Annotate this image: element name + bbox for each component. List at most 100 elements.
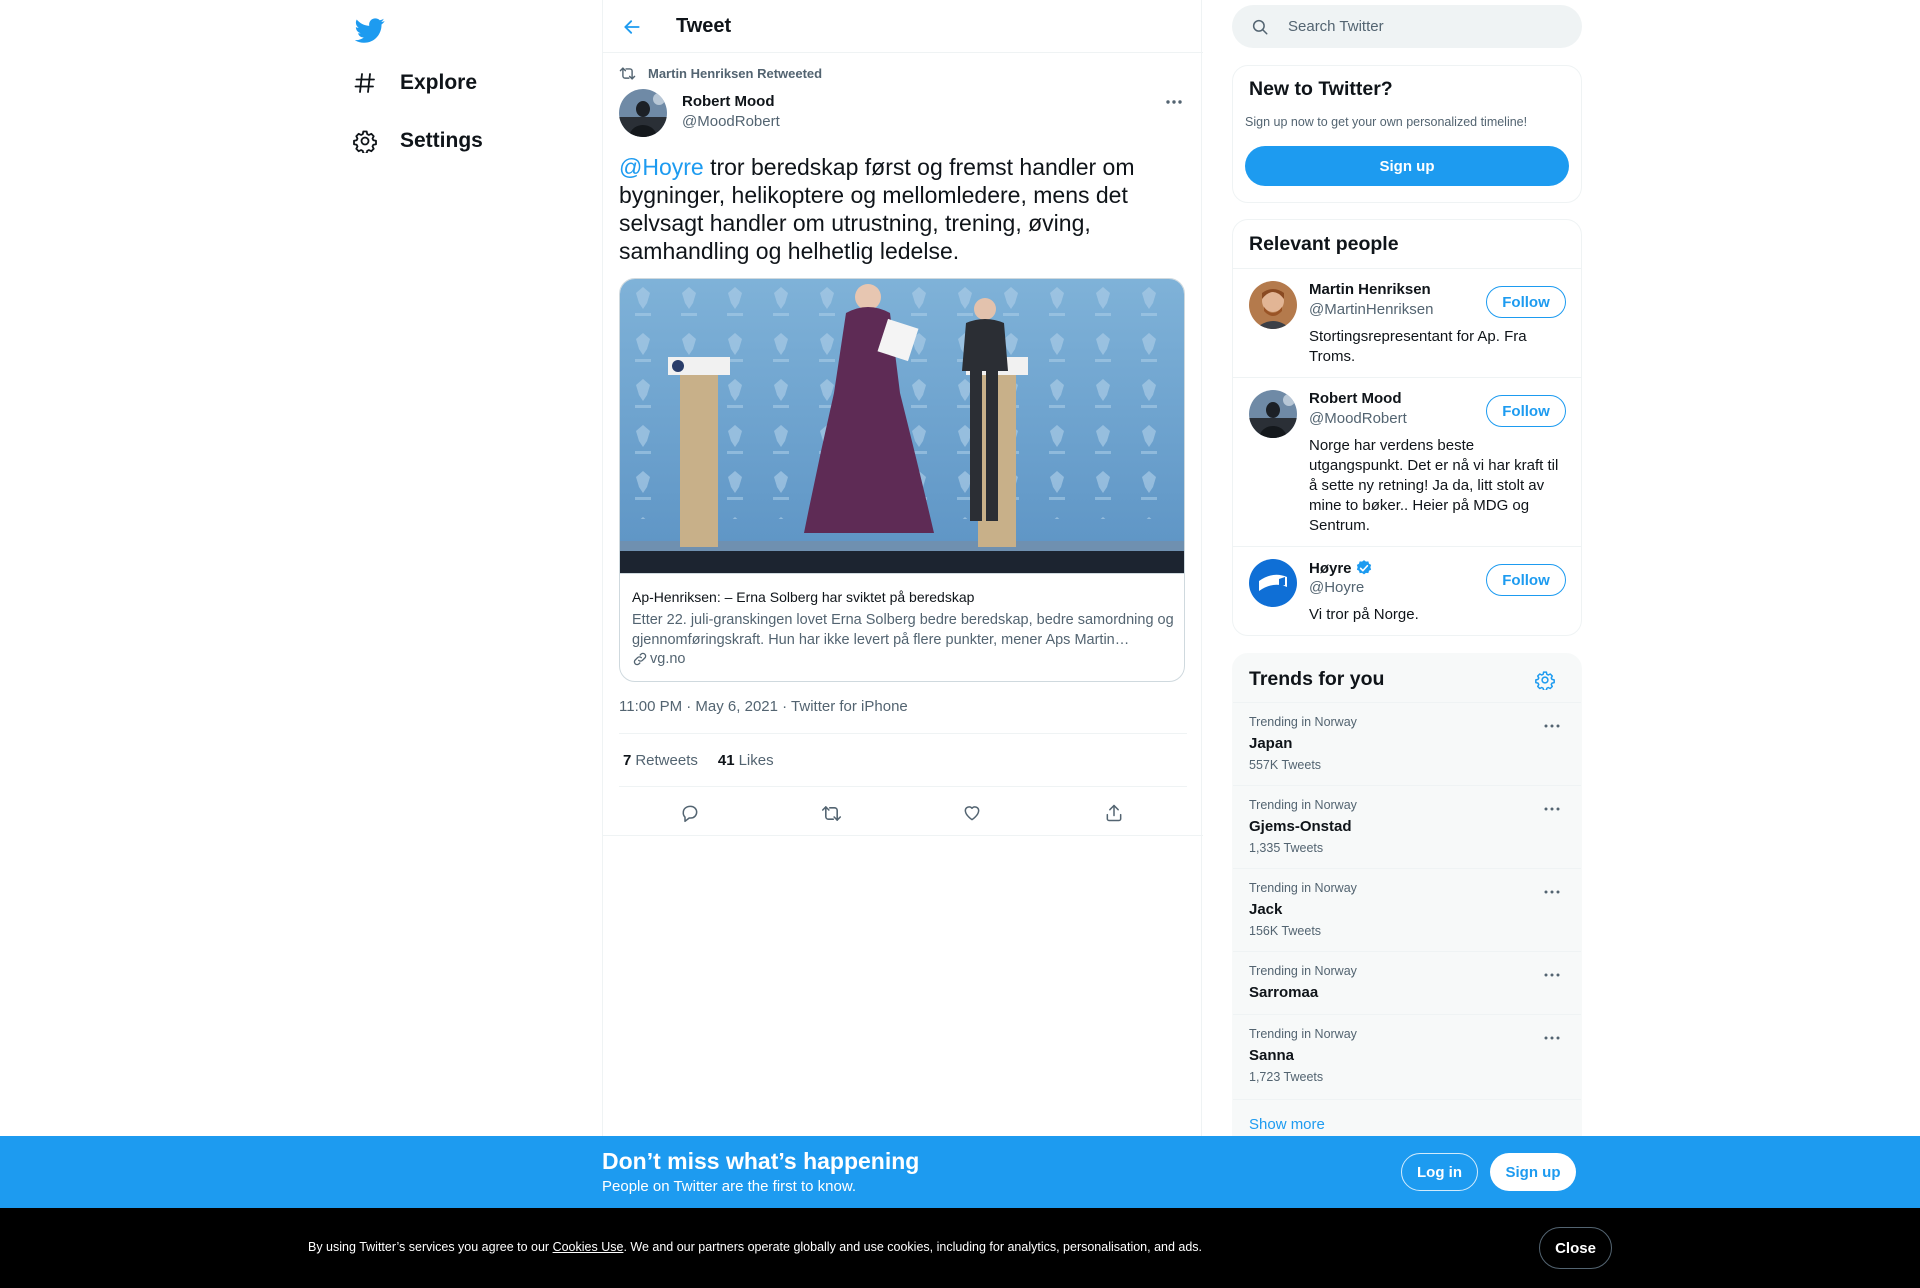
new-to-twitter-title: New to Twitter? bbox=[1249, 78, 1393, 100]
card-domain-label: vg.no bbox=[650, 651, 686, 667]
tweet-author: Robert Mood @MoodRobert bbox=[619, 89, 1187, 139]
author-handle[interactable]: @MoodRobert bbox=[682, 113, 780, 130]
card-domain: vg.no bbox=[632, 651, 685, 667]
avatar bbox=[1249, 281, 1297, 329]
new-to-twitter-box: New to Twitter? Sign up now to get your … bbox=[1232, 65, 1582, 203]
retweet-context[interactable]: Martin Henriksen Retweeted bbox=[619, 64, 822, 82]
new-to-twitter-subtitle: Sign up now to get your own personalized… bbox=[1245, 115, 1528, 129]
cookie-bar: By using Twitter’s services you agree to… bbox=[0, 1208, 1920, 1288]
more-options-icon[interactable] bbox=[1541, 969, 1563, 981]
more-options-icon[interactable] bbox=[1541, 803, 1563, 815]
tweet-meta[interactable]: 11:00 PM · May 6, 2021 · Twitter for iPh… bbox=[619, 698, 908, 715]
cookie-close-button[interactable]: Close bbox=[1539, 1227, 1612, 1269]
likes-label: Likes bbox=[738, 752, 774, 769]
person-robert-mood[interactable]: Robert Mood @MoodRobert Follow Norge har… bbox=[1233, 378, 1581, 547]
main-header: Tweet bbox=[603, 0, 1203, 53]
trend-count: 1,723 Tweets bbox=[1249, 1070, 1324, 1084]
nav-explore-label: Explore bbox=[400, 71, 478, 94]
likes-count: 41 bbox=[717, 752, 735, 769]
person-bio: Stortingsrepresentant for Ap. Fra Troms. bbox=[1309, 328, 1527, 365]
retweets-count: 7 bbox=[623, 752, 632, 769]
cookie-text-before: By using Twitter’s services you agree to… bbox=[308, 1240, 553, 1254]
gear-icon bbox=[350, 126, 380, 156]
verified-badge-icon bbox=[1355, 559, 1373, 577]
more-options-icon[interactable] bbox=[1161, 93, 1187, 111]
trend-name: Jack bbox=[1249, 901, 1283, 918]
person-handle: @Hoyre bbox=[1309, 579, 1365, 596]
person-martin-henriksen[interactable]: Martin Henriksen @MartinHenriksen Follow… bbox=[1233, 269, 1581, 378]
trend-name: Japan bbox=[1249, 735, 1293, 752]
card-description: Etter 22. juli-granskingen lovet Erna So… bbox=[632, 612, 1174, 648]
person-name: Martin Henriksen bbox=[1309, 281, 1431, 298]
relevant-people-title: Relevant people bbox=[1249, 233, 1399, 255]
gear-icon[interactable] bbox=[1533, 668, 1557, 692]
card-image bbox=[620, 279, 1184, 573]
person-name: Robert Mood bbox=[1309, 390, 1402, 407]
retweets-stat[interactable]: 7 Retweets bbox=[623, 752, 698, 769]
likes-stat[interactable]: 41 Likes bbox=[718, 752, 774, 769]
trend-context: Trending in Norway bbox=[1249, 1027, 1357, 1041]
link-icon bbox=[632, 651, 648, 667]
more-options-icon[interactable] bbox=[1541, 886, 1563, 898]
follow-button[interactable]: Follow bbox=[1486, 286, 1566, 318]
trend-name: Sanna bbox=[1249, 1047, 1295, 1064]
trend-count: 1,335 Tweets bbox=[1249, 841, 1324, 855]
person-handle: @MartinHenriksen bbox=[1309, 301, 1434, 318]
hashtag-icon bbox=[350, 68, 380, 98]
retweet-icon[interactable] bbox=[816, 798, 846, 828]
cookies-use-link[interactable]: Cookies Use bbox=[553, 1240, 624, 1254]
person-bio: Vi tror på Norge. bbox=[1309, 606, 1419, 623]
like-icon[interactable] bbox=[957, 798, 987, 828]
follow-button[interactable]: Follow bbox=[1486, 395, 1566, 427]
retweet-context-label: Martin Henriksen Retweeted bbox=[648, 65, 823, 81]
author-name[interactable]: Robert Mood bbox=[682, 93, 774, 110]
tweet-actions bbox=[619, 796, 1187, 828]
follow-button[interactable]: Follow bbox=[1486, 564, 1566, 596]
divider bbox=[619, 733, 1187, 734]
nav-settings-label: Settings bbox=[400, 129, 483, 152]
relevant-people-box: Relevant people Martin Henriksen @Martin… bbox=[1232, 219, 1582, 636]
main-column: Tweet Martin Henriksen Retweeted Robert … bbox=[602, 0, 1203, 1136]
tweet-stats: 7 Retweets 41 Likes bbox=[623, 752, 794, 769]
page-title: Tweet bbox=[676, 15, 732, 37]
share-icon[interactable] bbox=[1099, 798, 1129, 828]
trend-context: Trending in Norway bbox=[1249, 964, 1357, 978]
banner-signup-button[interactable]: Sign up bbox=[1490, 1153, 1576, 1191]
trend-context: Trending in Norway bbox=[1249, 798, 1357, 812]
nav-settings[interactable]: Settings bbox=[350, 116, 483, 166]
trend-item[interactable]: Trending in Norway Sarromaa bbox=[1233, 952, 1581, 1015]
nav-explore[interactable]: Explore bbox=[350, 58, 477, 108]
person-hoyre[interactable]: Høyre @Hoyre Follow Vi tror på Norge. bbox=[1233, 547, 1581, 635]
avatar[interactable] bbox=[619, 89, 667, 137]
trend-name: Gjems-Onstad bbox=[1249, 818, 1352, 835]
reply-icon[interactable] bbox=[675, 798, 705, 828]
avatar bbox=[1249, 390, 1297, 438]
arrow-left-icon[interactable] bbox=[615, 10, 649, 44]
retweet-icon bbox=[619, 65, 636, 82]
trend-item[interactable]: Trending in Norway Gjems-Onstad 1,335 Tw… bbox=[1233, 786, 1581, 869]
trend-item[interactable]: Trending in Norway Jack 156K Tweets bbox=[1233, 869, 1581, 952]
more-options-icon[interactable] bbox=[1541, 720, 1563, 732]
sidebar-signup-button[interactable]: Sign up bbox=[1245, 146, 1569, 186]
divider bbox=[603, 835, 1203, 836]
trend-item[interactable]: Trending in Norway Sanna 1,723 Tweets bbox=[1233, 1015, 1581, 1100]
card-title: Ap-Henriksen: – Erna Solberg har sviktet… bbox=[632, 589, 975, 605]
login-button[interactable]: Log in bbox=[1401, 1153, 1478, 1191]
banner-title: Don’t miss what’s happening bbox=[602, 1148, 920, 1174]
avatar bbox=[1249, 559, 1297, 607]
show-more-link[interactable]: Show more bbox=[1249, 1116, 1325, 1133]
trend-count: 156K Tweets bbox=[1249, 924, 1322, 938]
cookie-text: By using Twitter’s services you agree to… bbox=[308, 1240, 1202, 1254]
trend-item[interactable]: Trending in Norway Japan 557K Tweets bbox=[1233, 703, 1581, 786]
divider bbox=[619, 786, 1187, 787]
trends-title: Trends for you bbox=[1249, 668, 1385, 690]
mention-link[interactable]: @Hoyre bbox=[619, 154, 704, 180]
more-options-icon[interactable] bbox=[1541, 1032, 1563, 1044]
twitter-bird-icon[interactable] bbox=[348, 8, 392, 52]
cookie-text-after: . We and our partners operate globally a… bbox=[623, 1240, 1203, 1254]
search-input[interactable] bbox=[1288, 5, 1568, 48]
search-box[interactable] bbox=[1232, 5, 1582, 48]
tweet-text: @Hoyre tror beredskap først og fremst ha… bbox=[619, 153, 1187, 265]
link-card[interactable]: Ap-Henriksen: – Erna Solberg har sviktet… bbox=[619, 278, 1185, 682]
person-name-row: Høyre bbox=[1309, 559, 1373, 577]
